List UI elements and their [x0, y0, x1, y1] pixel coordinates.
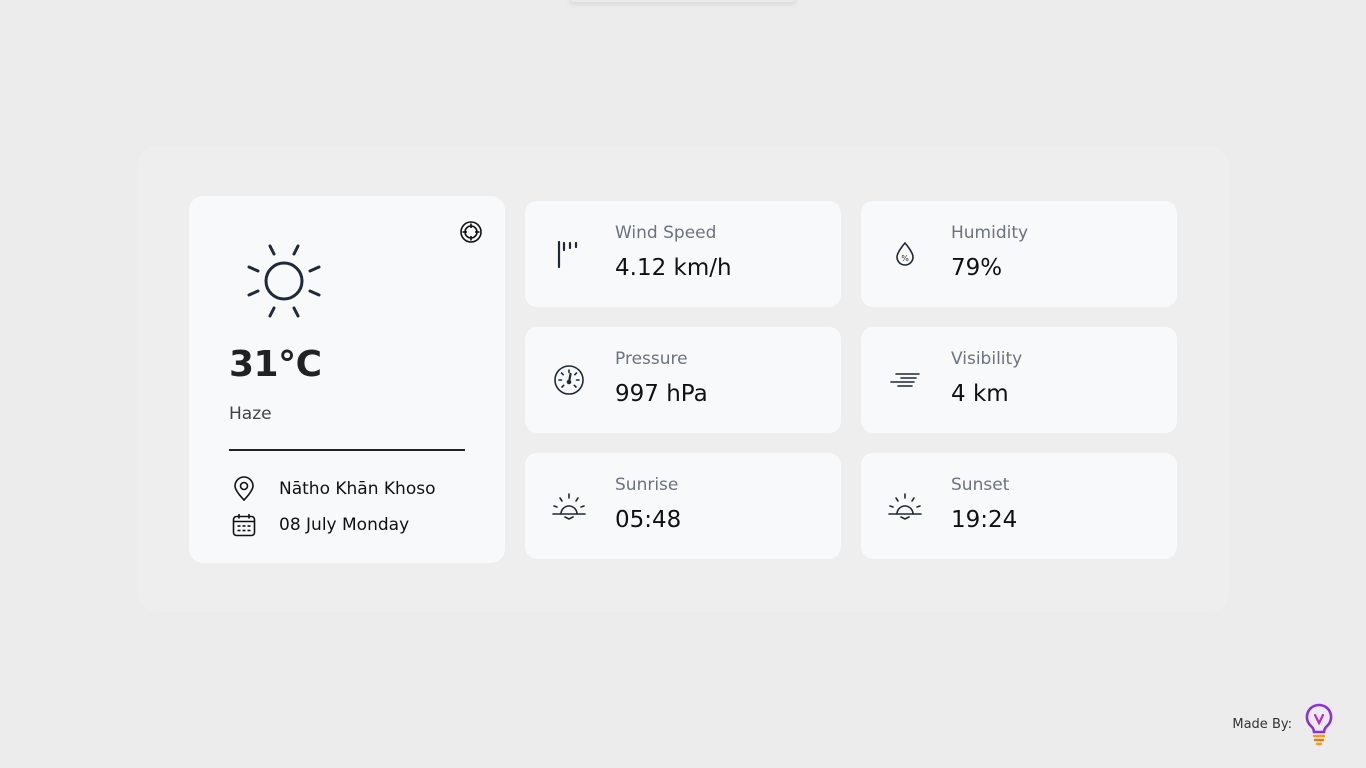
sunset-card: Sunset 19:24: [861, 453, 1177, 559]
location-name: Nātho Khān Khoso: [279, 479, 436, 499]
current-weather-card: 31°C Haze Nātho Khān Khoso 08 July Monda…: [189, 196, 505, 563]
visibility-value: 4 km: [951, 381, 1009, 407]
humidity-card: % Humidity 79%: [861, 201, 1177, 307]
humidity-value: 79%: [951, 255, 1003, 281]
svg-text:%: %: [901, 254, 909, 263]
divider: [229, 449, 465, 451]
calendar-icon: [232, 514, 256, 537]
temperature: 31°C: [229, 344, 322, 385]
pressure-label: Pressure: [615, 349, 688, 369]
date-row: 08 July Monday: [231, 512, 409, 538]
top-search-bar-shadow: [570, 0, 796, 2]
locate-button[interactable]: [459, 220, 483, 244]
current-date: 08 July Monday: [279, 515, 410, 535]
sunset-icon: [888, 493, 922, 520]
wind-speed-card: Wind Speed 4.12 km/h: [525, 201, 841, 307]
sunrise-label: Sunrise: [615, 475, 679, 495]
visibility-label: Visibility: [951, 349, 1023, 369]
crosshair-icon: [460, 221, 482, 243]
lightbulb-logo-icon[interactable]: [1302, 702, 1336, 746]
gauge-icon: [554, 365, 584, 395]
droplet-percent-icon: %: [896, 241, 914, 266]
weather-condition: Haze: [229, 404, 272, 424]
sun-icon: [247, 244, 321, 318]
wind-speed-label: Wind Speed: [615, 223, 717, 243]
sunset-label: Sunset: [951, 475, 1010, 495]
wind-speed-value: 4.12 km/h: [615, 255, 732, 281]
windsock-icon: [557, 240, 578, 269]
visibility-card: Visibility 4 km: [861, 327, 1177, 433]
location-row: Nātho Khān Khoso: [231, 476, 435, 502]
map-pin-icon: [234, 476, 254, 502]
pressure-card: Pressure 997 hPa: [525, 327, 841, 433]
sunset-value: 19:24: [951, 507, 1018, 533]
footer: Made By:: [1232, 702, 1336, 746]
made-by-label: Made By:: [1232, 716, 1292, 732]
sunrise-card: Sunrise 05:48: [525, 453, 841, 559]
fog-icon: [890, 373, 920, 387]
pressure-value: 997 hPa: [615, 381, 708, 407]
humidity-label: Humidity: [951, 223, 1029, 243]
sunrise-icon: [552, 493, 586, 520]
sunrise-value: 05:48: [615, 507, 682, 533]
